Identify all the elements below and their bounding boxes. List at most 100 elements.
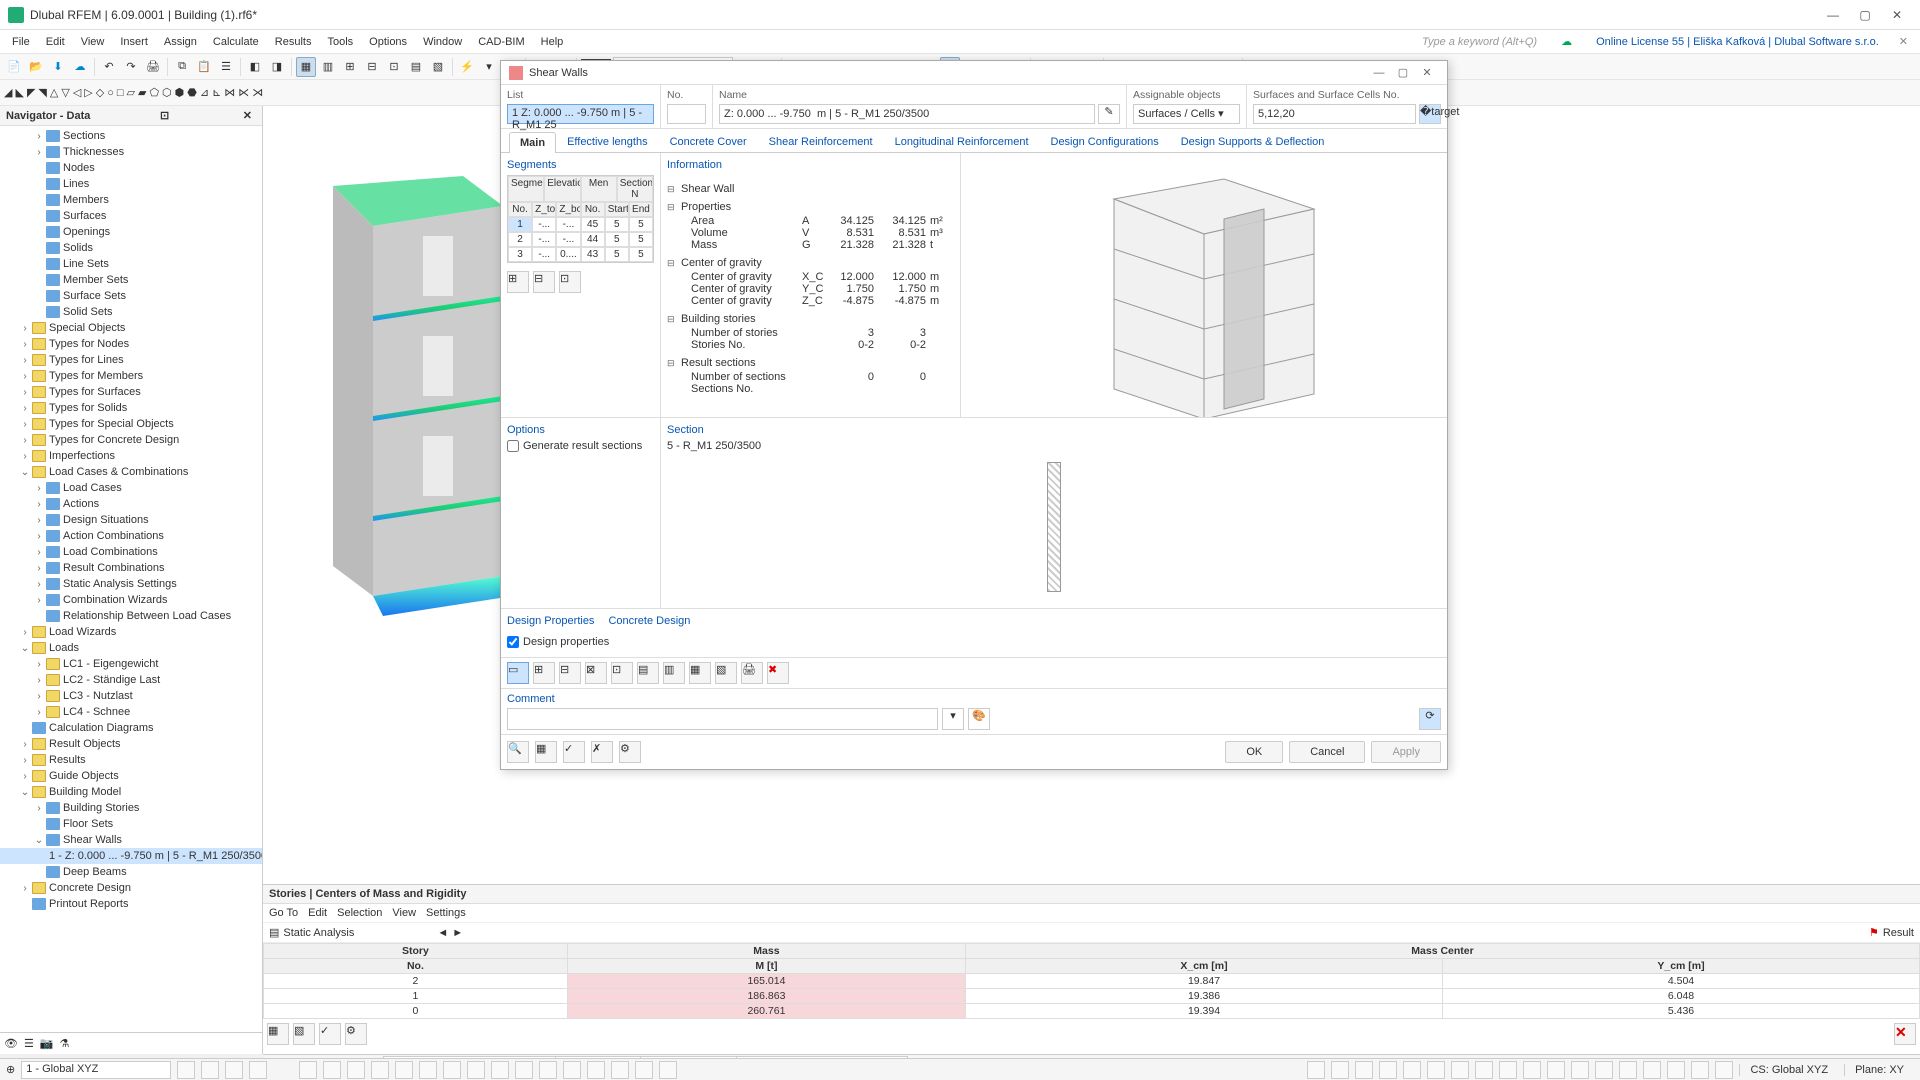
menu-view[interactable]: View xyxy=(73,33,113,51)
list-item[interactable]: 1 Z: 0.000 ... -9.750 m | 5 - R_M1 25 xyxy=(507,104,654,124)
t2-14-icon[interactable]: ⬠ xyxy=(149,86,159,99)
tab-main[interactable]: Main xyxy=(509,132,556,153)
menu-edit[interactable]: Edit xyxy=(38,33,73,51)
sb20-icon[interactable] xyxy=(659,1061,677,1079)
ok-button[interactable]: OK xyxy=(1225,741,1283,763)
bt5-icon[interactable]: ⊡ xyxy=(611,662,633,684)
sbr14-icon[interactable] xyxy=(1619,1061,1637,1079)
tree-node[interactable]: Calculation Diagrams xyxy=(0,720,262,736)
view-4-icon[interactable]: ⊟ xyxy=(362,57,382,77)
sb17-icon[interactable] xyxy=(587,1061,605,1079)
tree-node[interactable]: Relationship Between Load Cases xyxy=(0,608,262,624)
t2-7-icon[interactable]: ◁ xyxy=(73,86,81,99)
menu-insert[interactable]: Insert xyxy=(112,33,156,51)
t2-1-icon[interactable]: ◢ xyxy=(4,86,12,99)
dialog-min-icon[interactable]: — xyxy=(1367,67,1391,79)
bt9-icon[interactable]: ▧ xyxy=(715,662,737,684)
sp-btn4[interactable]: ⚙ xyxy=(345,1023,367,1045)
sbr7-icon[interactable] xyxy=(1451,1061,1469,1079)
assignable-combo[interactable]: Surfaces / Cells ▾ xyxy=(1133,104,1240,124)
sb15-icon[interactable] xyxy=(539,1061,557,1079)
comment-input[interactable] xyxy=(507,708,938,730)
navigator-tree[interactable]: ›Sections›ThicknessesNodesLinesMembersSu… xyxy=(0,126,262,1032)
close-button[interactable]: ✕ xyxy=(1882,5,1912,25)
tree-node[interactable]: Solids xyxy=(0,240,262,256)
sb8-icon[interactable] xyxy=(371,1061,389,1079)
sbr8-icon[interactable] xyxy=(1475,1061,1493,1079)
tree-node[interactable]: Surface Sets xyxy=(0,288,262,304)
menu-assign[interactable]: Assign xyxy=(156,33,205,51)
tree-node[interactable]: Printout Reports xyxy=(0,896,262,912)
t2-3-icon[interactable]: ◤ xyxy=(27,86,35,99)
surfaces-pick-icon[interactable]: �target xyxy=(1419,104,1441,124)
tree-node[interactable]: ›Imperfections xyxy=(0,448,262,464)
view-2-icon[interactable]: ▥ xyxy=(318,57,338,77)
cloud-icon[interactable]: ☁ xyxy=(70,57,90,77)
nav-filter-icon[interactable]: ⚗ xyxy=(60,1037,70,1050)
nav-cam-icon[interactable]: 📷 xyxy=(40,1037,54,1050)
sbr4-icon[interactable] xyxy=(1379,1061,1397,1079)
tree-node[interactable]: ›Result Combinations xyxy=(0,560,262,576)
tree-node[interactable]: ›Types for Members xyxy=(0,368,262,384)
tree-node[interactable]: ›Types for Nodes xyxy=(0,336,262,352)
view-3-icon[interactable]: ⊞ xyxy=(340,57,360,77)
stories-selection[interactable]: Selection xyxy=(337,907,382,919)
tree-node[interactable]: Members xyxy=(0,192,262,208)
sp-btn3[interactable]: ✓ xyxy=(319,1023,341,1045)
t2-17-icon[interactable]: ⬣ xyxy=(187,86,197,99)
undo-icon[interactable]: ↶ xyxy=(99,57,119,77)
sbr6-icon[interactable] xyxy=(1427,1061,1445,1079)
comment-apply-icon[interactable]: ⟳ xyxy=(1419,708,1441,730)
tree-node[interactable]: ›Results xyxy=(0,752,262,768)
sb10-icon[interactable] xyxy=(419,1061,437,1079)
view-6-icon[interactable]: ▤ xyxy=(406,57,426,77)
view-1-icon[interactable]: ▦ xyxy=(296,57,316,77)
t2-5-icon[interactable]: △ xyxy=(50,86,58,99)
calc-icon[interactable]: ⚡ xyxy=(457,57,477,77)
nav-layers-icon[interactable]: ☰ xyxy=(24,1037,34,1050)
redo-icon[interactable]: ↷ xyxy=(121,57,141,77)
tree-node[interactable]: ⌄Loads xyxy=(0,640,262,656)
sbr12-icon[interactable] xyxy=(1571,1061,1589,1079)
sb3-icon[interactable] xyxy=(225,1061,243,1079)
tab-design-config[interactable]: Design Configurations xyxy=(1040,131,1170,152)
calc2-icon[interactable]: ▾ xyxy=(479,57,499,77)
name-edit-icon[interactable]: ✎ xyxy=(1098,104,1120,124)
sb12-icon[interactable] xyxy=(467,1061,485,1079)
tree-node[interactable]: Openings xyxy=(0,224,262,240)
comment-dropdown-icon[interactable]: ▾ xyxy=(942,708,964,730)
tree-node[interactable]: ›Types for Surfaces xyxy=(0,384,262,400)
tab-cover[interactable]: Concrete Cover xyxy=(659,131,758,152)
maximize-button[interactable]: ▢ xyxy=(1850,5,1880,25)
tree-node[interactable]: ›LC4 - Schnee xyxy=(0,704,262,720)
tree-node[interactable]: ›Combination Wizards xyxy=(0,592,262,608)
cs-combo[interactable]: 1 - Global XYZ xyxy=(21,1061,171,1079)
tree-node[interactable]: Solid Sets xyxy=(0,304,262,320)
generate-sections-check[interactable]: Generate result sections xyxy=(507,440,654,452)
sb16-icon[interactable] xyxy=(563,1061,581,1079)
menu-cadbim[interactable]: CAD-BIM xyxy=(470,33,532,51)
filter-prev-icon[interactable]: ◄ xyxy=(437,927,448,939)
menu-calculate[interactable]: Calculate xyxy=(205,33,267,51)
bt1-icon[interactable]: ▭ xyxy=(507,662,529,684)
bt2-icon[interactable]: ⊞ xyxy=(533,662,555,684)
navigator-pin-icon[interactable]: ⊡ xyxy=(156,109,173,122)
sb4-icon[interactable] xyxy=(249,1061,267,1079)
sb6-icon[interactable] xyxy=(323,1061,341,1079)
tree-node[interactable]: ›Load Wizards xyxy=(0,624,262,640)
tree-node[interactable]: ⌄Load Cases & Combinations xyxy=(0,464,262,480)
t2-6-icon[interactable]: ▽ xyxy=(61,86,69,99)
no-input[interactable] xyxy=(667,104,706,124)
tree-node[interactable]: ›LC3 - Nutzlast xyxy=(0,688,262,704)
stories-view[interactable]: View xyxy=(392,907,416,919)
tool-b-icon[interactable]: ◨ xyxy=(267,57,287,77)
sb2-icon[interactable] xyxy=(201,1061,219,1079)
list-icon[interactable]: ☰ xyxy=(216,57,236,77)
bt8-icon[interactable]: ▦ xyxy=(689,662,711,684)
open-icon[interactable]: 📂 xyxy=(26,57,46,77)
sb18-icon[interactable] xyxy=(611,1061,629,1079)
sbr1-icon[interactable] xyxy=(1307,1061,1325,1079)
tree-node[interactable]: ›LC1 - Eigengewicht xyxy=(0,656,262,672)
sbr13-icon[interactable] xyxy=(1595,1061,1613,1079)
sbr16-icon[interactable] xyxy=(1667,1061,1685,1079)
